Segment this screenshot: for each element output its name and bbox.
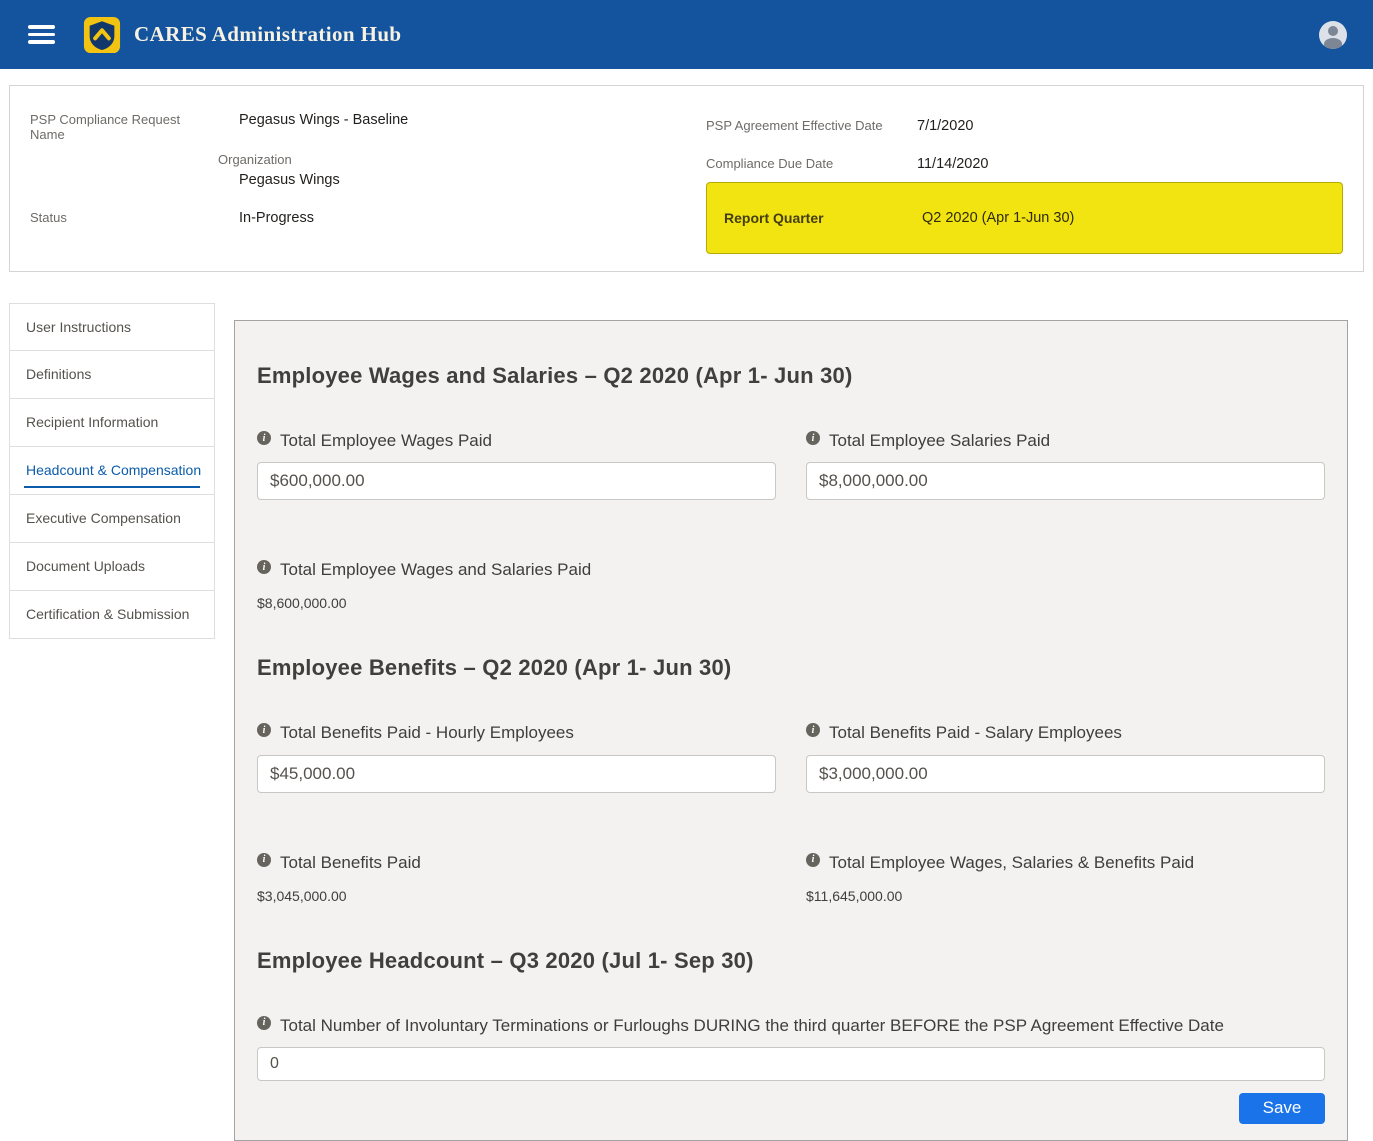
info-icon[interactable]	[806, 723, 820, 737]
info-icon[interactable]	[257, 560, 271, 574]
organization-label: Organization	[218, 152, 408, 167]
field-benefits-total-readonly: Total Benefits Paid $3,045,000.00	[257, 849, 776, 904]
sidebar-item-label: Recipient Information	[26, 414, 158, 430]
request-name-value: Pegasus Wings - Baseline	[239, 112, 408, 128]
request-name-values: Pegasus Wings - Baseline Organization Pe…	[218, 112, 408, 188]
main-area: User Instructions Definitions Recipient …	[0, 272, 1373, 1141]
field-label: Total Number of Involuntary Terminations…	[280, 1012, 1224, 1039]
sidebar-item-executive-compensation[interactable]: Executive Compensation	[9, 495, 215, 543]
info-icon[interactable]	[257, 431, 271, 445]
headcount-compensation-panel: Employee Wages and Salaries – Q2 2020 (A…	[234, 320, 1348, 1141]
wages-fields-row: Total Employee Wages Paid Total Employee…	[257, 427, 1325, 500]
info-icon[interactable]	[257, 1016, 271, 1030]
sidebar-item-label: Headcount & Compensation	[26, 462, 201, 478]
field-benefits-salary: Total Benefits Paid - Salary Employees	[806, 719, 1325, 792]
field-label: Total Benefits Paid	[280, 849, 421, 876]
field-total-wages-paid: Total Employee Wages Paid	[257, 427, 776, 500]
compliance-summary-panel: PSP Compliance Request Name Pegasus Wing…	[9, 85, 1364, 272]
benefits-fields-row: Total Benefits Paid - Hourly Employees T…	[257, 719, 1325, 792]
effective-date-value: 7/1/2020	[917, 118, 973, 134]
summary-right-column: PSP Agreement Effective Date 7/1/2020 Co…	[706, 112, 1343, 255]
info-icon[interactable]	[257, 853, 271, 867]
total-benefits-paid-value: $3,045,000.00	[257, 888, 776, 904]
app-header: CARES Administration Hub	[0, 0, 1373, 69]
summary-left-column: PSP Compliance Request Name Pegasus Wing…	[30, 112, 706, 255]
total-wages-salaries-value: $8,600,000.00	[257, 595, 1325, 611]
app-logo-shield-icon	[83, 16, 121, 54]
info-icon[interactable]	[257, 723, 271, 737]
sidebar-item-label: Definitions	[26, 366, 91, 382]
status-label: Status	[30, 210, 218, 226]
sidebar-item-label: Executive Compensation	[26, 510, 181, 526]
info-icon[interactable]	[806, 853, 820, 867]
field-label: Total Employee Wages, Salaries & Benefit…	[829, 849, 1194, 876]
sidebar-item-definitions[interactable]: Definitions	[9, 351, 215, 399]
section-title-benefits: Employee Benefits – Q2 2020 (Apr 1- Jun …	[257, 655, 1325, 681]
sidebar-item-document-uploads[interactable]: Document Uploads	[9, 543, 215, 591]
total-benefits-salary-input[interactable]	[806, 755, 1325, 793]
effective-date-row: PSP Agreement Effective Date 7/1/2020	[706, 118, 1343, 134]
save-row: Save	[257, 1093, 1325, 1124]
field-total-salaries-paid: Total Employee Salaries Paid	[806, 427, 1325, 500]
field-label: Total Employee Wages Paid	[280, 427, 492, 454]
sidebar-item-label: Document Uploads	[26, 558, 145, 574]
total-benefits-hourly-input[interactable]	[257, 755, 776, 793]
field-label: Total Benefits Paid - Salary Employees	[829, 719, 1122, 746]
sidebar-item-user-instructions[interactable]: User Instructions	[9, 303, 215, 351]
section-title-wages-salaries: Employee Wages and Salaries – Q2 2020 (A…	[257, 363, 1325, 389]
total-wages-salaries-benefits-value: $11,645,000.00	[806, 888, 1325, 904]
menu-icon[interactable]	[28, 25, 55, 44]
status-row: Status In-Progress	[30, 210, 706, 226]
field-involuntary-terminations: Total Number of Involuntary Terminations…	[257, 1012, 1325, 1081]
section-nav: User Instructions Definitions Recipient …	[9, 303, 215, 639]
section-title-headcount: Employee Headcount – Q3 2020 (Jul 1- Sep…	[257, 948, 1325, 974]
due-date-label: Compliance Due Date	[706, 156, 917, 172]
field-label: Total Benefits Paid - Hourly Employees	[280, 719, 574, 746]
effective-date-label: PSP Agreement Effective Date	[706, 118, 917, 134]
info-icon[interactable]	[806, 431, 820, 445]
benefits-totals-row: Total Benefits Paid $3,045,000.00 Total …	[257, 849, 1325, 904]
sidebar-item-certification-submission[interactable]: Certification & Submission	[9, 591, 215, 639]
total-employee-salaries-paid-input[interactable]	[806, 462, 1325, 500]
report-quarter-highlight: Report Quarter Q2 2020 (Apr 1-Jun 30)	[706, 182, 1343, 254]
due-date-row: Compliance Due Date 11/14/2020	[706, 156, 1343, 172]
total-employee-wages-paid-input[interactable]	[257, 462, 776, 500]
due-date-value: 11/14/2020	[917, 156, 989, 172]
save-button[interactable]: Save	[1239, 1093, 1325, 1124]
report-quarter-label: Report Quarter	[724, 210, 922, 226]
sidebar-item-recipient-information[interactable]: Recipient Information	[9, 399, 215, 447]
sidebar-item-label: Certification & Submission	[26, 606, 189, 622]
sidebar-item-headcount-compensation[interactable]: Headcount & Compensation	[9, 447, 215, 495]
user-avatar-icon[interactable]	[1319, 21, 1347, 49]
field-label: Total Employee Salaries Paid	[829, 427, 1050, 454]
sidebar-item-label: User Instructions	[26, 319, 131, 335]
status-value: In-Progress	[239, 210, 314, 226]
report-quarter-value: Q2 2020 (Apr 1-Jun 30)	[922, 210, 1074, 226]
organization-value: Pegasus Wings	[239, 172, 408, 188]
field-label: Total Employee Wages and Salaries Paid	[280, 556, 591, 583]
field-benefits-hourly: Total Benefits Paid - Hourly Employees	[257, 719, 776, 792]
request-name-row: PSP Compliance Request Name Pegasus Wing…	[30, 112, 706, 188]
field-wages-salaries-benefits-total-readonly: Total Employee Wages, Salaries & Benefit…	[806, 849, 1325, 904]
request-name-label: PSP Compliance Request Name	[30, 112, 218, 188]
app-title: CARES Administration Hub	[134, 22, 402, 47]
involuntary-terminations-input[interactable]	[257, 1047, 1325, 1081]
field-total-wages-salaries-readonly: Total Employee Wages and Salaries Paid $…	[257, 556, 1325, 611]
